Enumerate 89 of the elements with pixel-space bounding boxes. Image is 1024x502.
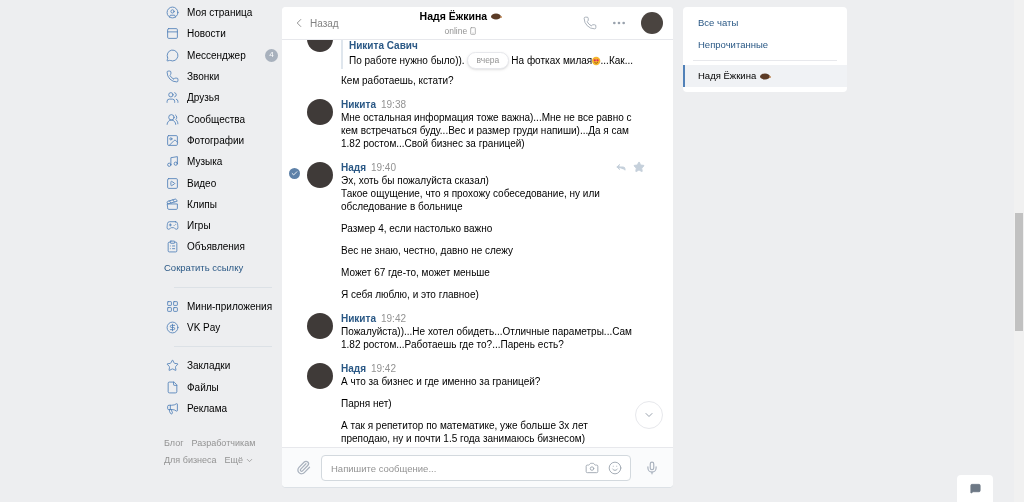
reply-icon[interactable] bbox=[615, 161, 627, 173]
message-time: 19:38 bbox=[381, 98, 406, 111]
avatar bbox=[307, 162, 333, 188]
sidebar-item[interactable]: Моя страница bbox=[164, 2, 282, 24]
microphone-icon[interactable] bbox=[645, 460, 659, 475]
back-button[interactable]: Назад bbox=[292, 15, 339, 31]
sidebar-item[interactable]: Видео bbox=[164, 172, 282, 194]
scrollbar[interactable] bbox=[1014, 0, 1024, 502]
avatar[interactable] bbox=[641, 12, 663, 34]
message-time: 19:42 bbox=[381, 312, 406, 325]
image-icon bbox=[166, 133, 179, 147]
message-text: Кем работаешь, кстати? bbox=[341, 74, 455, 87]
message-text: Я себя люблю, и это главное) bbox=[341, 288, 480, 301]
quote-text: По работе нужно было)). bbox=[349, 54, 465, 67]
gamepad-icon bbox=[166, 219, 179, 233]
quote-text: ...Как... bbox=[600, 54, 633, 67]
message-text: Вес не знаю, честно, давно не слежу bbox=[341, 244, 515, 257]
attach-icon[interactable] bbox=[296, 460, 311, 475]
sidebar-item[interactable]: Клипы bbox=[164, 193, 282, 215]
star-icon[interactable] bbox=[633, 161, 645, 173]
hedgehog-emoji-icon bbox=[491, 13, 503, 21]
message-text: Пожалуйста))...Не хотел обидеть...Отличные параметры...Сам 1.82 ростом...Работаешь где то?...Парень есть? bbox=[341, 325, 633, 351]
star-icon bbox=[166, 359, 179, 373]
music-icon bbox=[166, 155, 179, 169]
group-icon bbox=[166, 112, 179, 126]
newspaper-icon bbox=[166, 27, 179, 41]
people-icon bbox=[166, 91, 179, 105]
chat-title: Надя Ёжкина bbox=[419, 8, 488, 24]
sidebar-item[interactable]: Новости bbox=[164, 23, 282, 45]
chat-name: Надя Ёжкина bbox=[698, 68, 757, 83]
message-text: Эх, хоть бы пожалуйста сказал) Такое ощущение, что я прохожу собеседование, ну или обследование в больнице bbox=[341, 174, 601, 213]
camera-icon[interactable] bbox=[585, 460, 599, 475]
sidebar-item[interactable]: Мини-приложения bbox=[164, 295, 282, 317]
message-text: Мне остальная информация тоже важна)...Мне не все равно с кем встречаться буду...Вес и размер груди напиши)...Да я сам 1.82 ростом...Свой бизнес за границей) bbox=[341, 111, 633, 150]
sidebar-item[interactable]: Фотографии bbox=[164, 129, 282, 152]
message-text: Парня нет) bbox=[341, 397, 393, 410]
sidebar-item[interactable]: Сообщества bbox=[164, 108, 282, 130]
sidebar-item[interactable]: Звонки bbox=[164, 65, 282, 88]
avatar bbox=[307, 363, 333, 389]
sidebar-item[interactable]: Закладки bbox=[164, 355, 282, 377]
message-text: А что за бизнес и где именно за границей? bbox=[341, 375, 542, 388]
online-status: online bbox=[444, 24, 468, 38]
call-button[interactable] bbox=[583, 16, 597, 30]
filter-link[interactable]: Все чаты bbox=[683, 12, 847, 34]
sender-name[interactable]: Никита bbox=[341, 98, 376, 111]
sidebar-item[interactable]: Мессенджер 4 bbox=[164, 44, 282, 66]
user-circle-icon bbox=[166, 6, 179, 20]
file-icon bbox=[166, 380, 179, 394]
message-text: Может 67 где-то, может меньше bbox=[341, 266, 491, 279]
sender-name[interactable]: Надя bbox=[341, 161, 366, 174]
list-icon bbox=[166, 240, 179, 254]
chat-bubble-icon bbox=[166, 48, 179, 62]
sidebar-item[interactable]: Файлы bbox=[164, 376, 282, 398]
smile-icon[interactable] bbox=[608, 460, 622, 475]
sender-name[interactable]: Надя bbox=[341, 362, 366, 375]
date-pill: вчера bbox=[466, 52, 510, 69]
phone-icon bbox=[166, 70, 179, 84]
play-icon bbox=[166, 176, 179, 190]
unread-count-badge: 4 bbox=[265, 48, 278, 62]
message-text: А так я репетитор по математике, уже больше 3х лет преподаю, ну и почти 1.5 года занимаюсь бизнесом) bbox=[341, 419, 589, 445]
sidebar-item[interactable]: Друзья bbox=[164, 87, 282, 109]
megaphone-icon bbox=[166, 401, 179, 415]
coin-icon bbox=[166, 321, 179, 334]
grid-icon bbox=[166, 299, 179, 313]
sidebar-item[interactable]: Объявления bbox=[164, 236, 282, 258]
avatar bbox=[307, 313, 333, 339]
scroll-down-button[interactable] bbox=[635, 401, 663, 429]
message-text: Размер 4, если настолько важно bbox=[341, 222, 494, 235]
sender-name[interactable]: Никита bbox=[341, 312, 376, 325]
sidebar-item[interactable]: VK Pay bbox=[164, 316, 282, 339]
chat-widget-button[interactable] bbox=[957, 475, 993, 502]
clip-icon bbox=[166, 197, 179, 211]
chat-bubble-icon bbox=[969, 483, 981, 494]
sidebar-item[interactable]: Реклама bbox=[164, 397, 282, 420]
shorten-link[interactable]: Сократить ссылку bbox=[164, 257, 282, 279]
quote-author[interactable]: Никита Савич bbox=[349, 40, 633, 52]
message-time: 19:40 bbox=[370, 161, 396, 174]
chat-list-item[interactable]: Надя Ёжкина bbox=[683, 65, 847, 87]
selected-check[interactable] bbox=[289, 168, 300, 179]
filter-link[interactable]: Непрочитанные bbox=[683, 34, 847, 56]
sidebar-item[interactable]: Музыка bbox=[164, 151, 282, 173]
heart-eyes-emoji-icon bbox=[592, 54, 601, 67]
quote-text: На фотках милая bbox=[511, 54, 593, 67]
message-input[interactable]: Напишите сообщение... bbox=[321, 455, 631, 481]
phone-device-icon bbox=[469, 26, 478, 35]
message-time: 19:42 bbox=[370, 362, 396, 375]
hedgehog-emoji-icon bbox=[760, 72, 772, 80]
avatar bbox=[307, 99, 333, 125]
sidebar-item[interactable]: Игры bbox=[164, 214, 282, 237]
